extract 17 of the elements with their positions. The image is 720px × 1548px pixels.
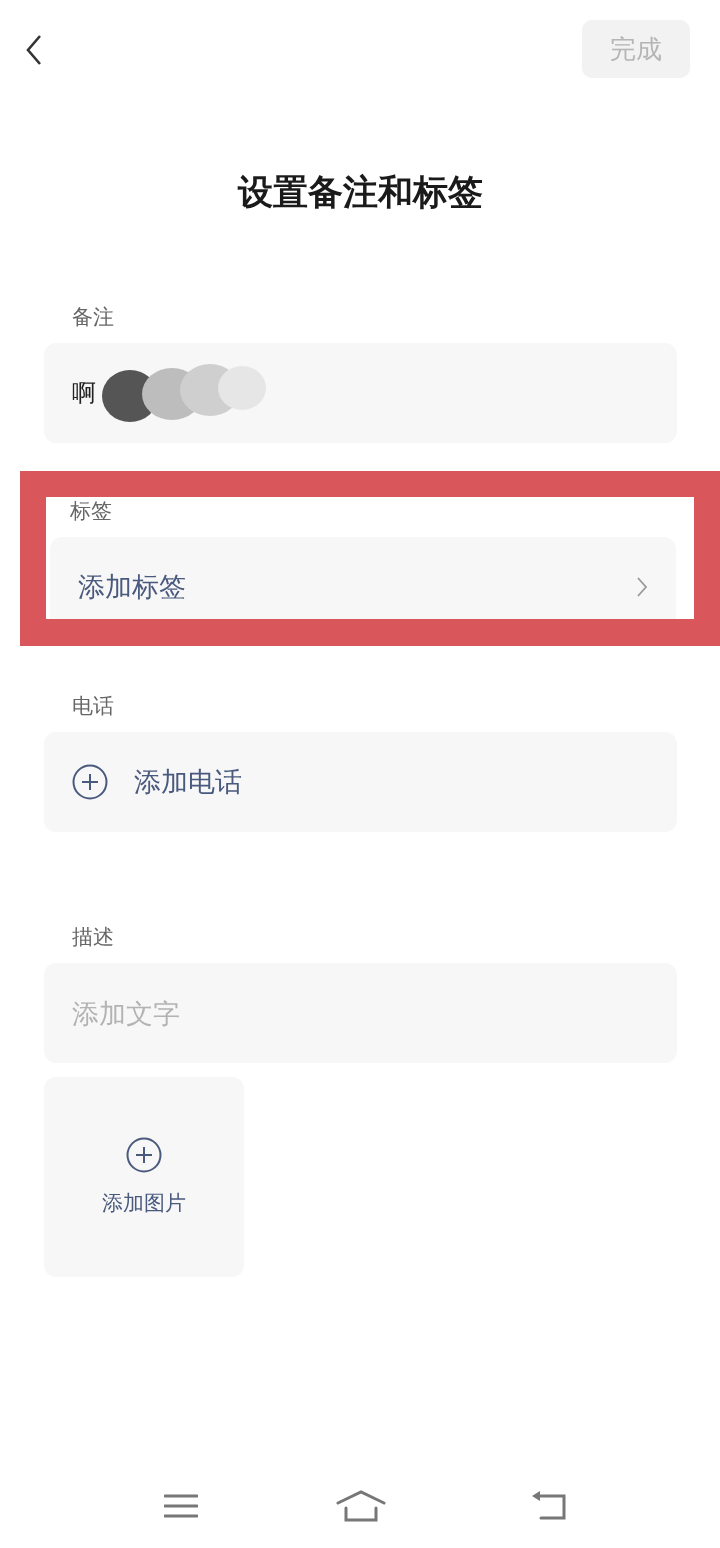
add-phone-row[interactable]: 添加电话 — [44, 732, 677, 832]
page-title: 设置备注和标签 — [236, 171, 484, 214]
section-label: 描述 — [71, 924, 115, 951]
plus-circle-icon — [126, 1137, 162, 1173]
remark-field[interactable]: 啊 — [44, 343, 677, 443]
section-label: 备注 — [71, 304, 115, 331]
section-label: 电话 — [71, 693, 115, 720]
menu-icon[interactable] — [164, 1493, 198, 1519]
back-icon[interactable] — [24, 34, 44, 66]
add-image-button[interactable]: 添加图片 — [44, 1077, 244, 1277]
home-icon[interactable] — [336, 1490, 386, 1522]
plus-circle-icon — [72, 764, 108, 800]
chevron-right-icon — [636, 576, 648, 598]
section-label: 标签 — [69, 498, 113, 525]
return-icon[interactable] — [531, 1491, 567, 1521]
add-tag-row[interactable]: 添加标签 — [50, 537, 676, 619]
description-field[interactable]: 添加文字 — [44, 963, 677, 1063]
